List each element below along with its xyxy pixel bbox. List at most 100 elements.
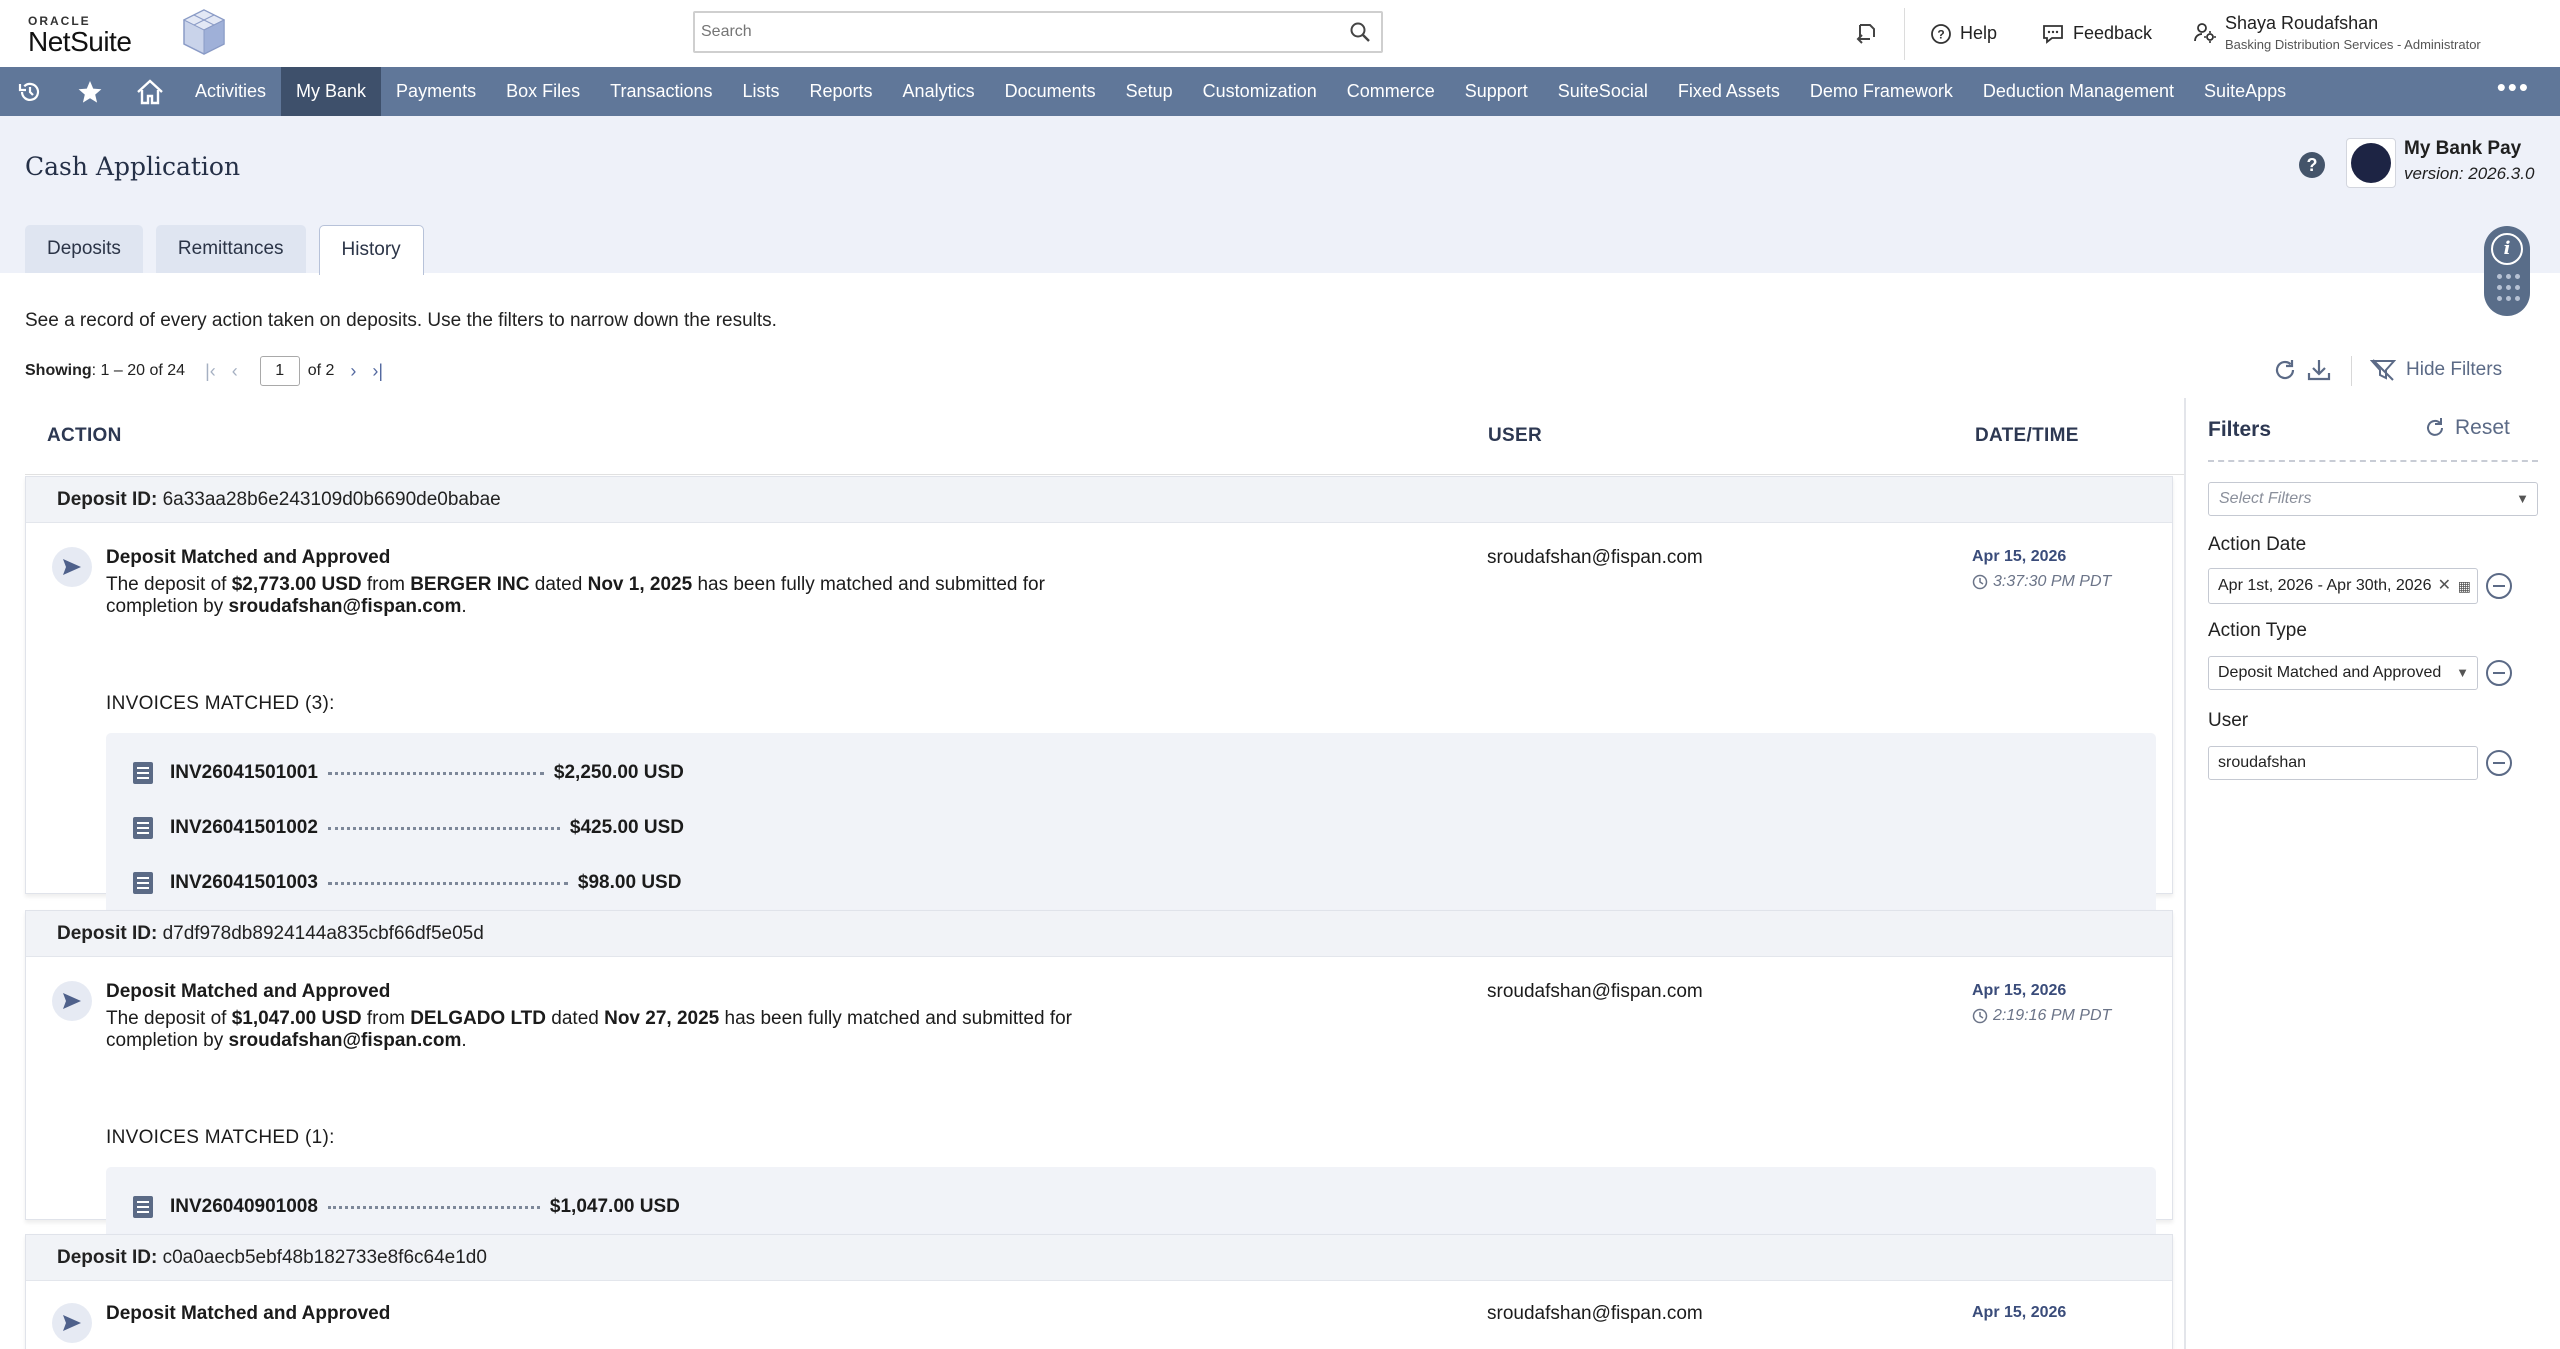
remove-action-type-filter-icon[interactable]	[2486, 660, 2512, 686]
invoice-row[interactable]: INV26040901008 $1,047.00 USD	[132, 1192, 680, 1222]
search-input[interactable]	[695, 13, 1335, 51]
nav-reports[interactable]: Reports	[795, 67, 888, 116]
nav-customization[interactable]: Customization	[1188, 67, 1332, 116]
nav-support[interactable]: Support	[1450, 67, 1543, 116]
nav-commerce[interactable]: Commerce	[1332, 67, 1450, 116]
feedback-link[interactable]: Feedback	[2041, 0, 2152, 67]
action-date-label: Action Date	[2208, 534, 2307, 555]
invoice-amount: $98.00 USD	[577, 872, 682, 893]
clear-date-icon[interactable]: ✕	[2438, 569, 2451, 603]
home-button[interactable]	[120, 67, 180, 116]
nav-suitesocial[interactable]: SuiteSocial	[1543, 67, 1663, 116]
invoice-row[interactable]: INV26041501001 $2,250.00 USD	[132, 758, 684, 788]
deposit-group: Deposit ID: 6a33aa28b6e243109d0b6690de0b…	[25, 476, 2173, 923]
deposit-id-value[interactable]: 6a33aa28b6e243109d0b6690de0babae	[163, 489, 501, 510]
info-icon[interactable]: i	[2491, 233, 2523, 265]
company-cube-logo	[182, 9, 226, 55]
app-logo	[2346, 138, 2396, 188]
remove-action-date-filter-icon[interactable]	[2486, 573, 2512, 599]
toolbar-divider	[2351, 356, 2352, 386]
invoice-number[interactable]: INV26041501002	[170, 817, 318, 839]
deposit-id-label: Deposit ID:	[57, 1247, 158, 1268]
hide-filters-button[interactable]: Hide Filters	[2370, 358, 2502, 382]
entry-title: Deposit Matched and Approved	[106, 981, 391, 1002]
deposit-date: Nov 1, 2025	[587, 574, 693, 595]
completed-by: sroudafshan@fispan.com	[228, 596, 462, 617]
entry-user: sroudafshan@fispan.com	[1487, 1303, 1703, 1324]
nav-demo-framework[interactable]: Demo Framework	[1795, 67, 1968, 116]
nav-deduction-management[interactable]: Deduction Management	[1968, 67, 2189, 116]
favorites-button[interactable]	[60, 67, 120, 116]
deposit-id-value[interactable]: d7df978db8924144a835cbf66df5e05d	[163, 923, 484, 944]
netsuite-wordmark: NetSuite	[28, 26, 132, 57]
column-action[interactable]: ACTION	[47, 425, 122, 447]
pagination: Showing : 1 – 20 of 24 |‹ ‹ 1 of 2 › ›|	[25, 356, 383, 386]
action-date-field[interactable]: Apr 1st, 2026 - Apr 30th, 2026 ✕ ▦	[2208, 568, 2478, 604]
chat-bubble-icon	[2043, 24, 2063, 44]
completed-by: sroudafshan@fispan.com	[228, 1030, 462, 1051]
nav-my-bank[interactable]: My Bank	[281, 67, 382, 116]
nav-fixed-assets[interactable]: Fixed Assets	[1663, 67, 1795, 116]
netsuite-logo[interactable]: ORACLE NetSuite	[28, 14, 138, 56]
invoice-number[interactable]: INV26041501001	[170, 762, 318, 784]
page-help-icon[interactable]: ?	[2299, 152, 2325, 178]
deposit-amount: $2,773.00 USD	[231, 574, 362, 595]
history-intro: See a record of every action taken on de…	[25, 310, 777, 331]
invoice-row[interactable]: INV26041501003 $98.00 USD	[132, 868, 681, 898]
nav-suiteapps[interactable]: SuiteApps	[2189, 67, 2301, 116]
search-icon[interactable]	[1349, 21, 1371, 43]
nav-transactions[interactable]: Transactions	[595, 67, 727, 116]
send-icon	[52, 547, 92, 587]
invoice-number[interactable]: INV26041501003	[170, 872, 318, 894]
help-label: Help	[1960, 23, 1998, 43]
nav-analytics[interactable]: Analytics	[888, 67, 990, 116]
filters-title: Filters	[2208, 418, 2272, 441]
first-page-icon[interactable]: |‹	[205, 361, 216, 382]
deposit-group: Deposit ID: d7df978db8924144a835cbf66df5…	[25, 910, 2173, 1247]
download-icon[interactable]	[2306, 357, 2332, 383]
nav-more-button[interactable]: •••	[2497, 67, 2530, 116]
nav-setup[interactable]: Setup	[1111, 67, 1188, 116]
remove-user-filter-icon[interactable]	[2486, 750, 2512, 776]
recent-records-button[interactable]	[1856, 0, 1886, 67]
tab-history[interactable]: History	[318, 225, 424, 275]
action-type-dropdown[interactable]: Deposit Matched and Approved ▼	[2208, 656, 2478, 690]
invoice-number[interactable]: INV26040901008	[170, 1196, 318, 1218]
nav-activities[interactable]: Activities	[180, 67, 281, 116]
nav-documents[interactable]: Documents	[990, 67, 1111, 116]
entry-title: Deposit Matched and Approved	[106, 547, 391, 568]
info-widget[interactable]: i	[2484, 226, 2530, 316]
nav-lists[interactable]: Lists	[728, 67, 795, 116]
refresh-icon[interactable]	[2272, 357, 2298, 383]
nav-payments[interactable]: Payments	[381, 67, 491, 116]
tab-remittances[interactable]: Remittances	[155, 225, 306, 273]
last-page-icon[interactable]: ›|	[372, 361, 383, 382]
drag-handle-icon[interactable]	[2497, 274, 2520, 304]
invoice-row[interactable]: INV26041501002 $425.00 USD	[132, 813, 684, 843]
help-circle-icon: ?	[1931, 23, 1951, 44]
column-datetime[interactable]: DATE/TIME	[1975, 425, 2079, 447]
recent-history-button[interactable]	[0, 67, 60, 116]
help-link[interactable]: ? Help	[1930, 0, 1997, 67]
calendar-icon[interactable]: ▦	[2458, 569, 2471, 603]
next-page-icon[interactable]: ›	[350, 361, 356, 382]
column-user[interactable]: USER	[1488, 425, 1542, 447]
recent-records-icon	[1856, 23, 1875, 44]
filters-dashed-divider	[2208, 460, 2538, 462]
select-filters-dropdown[interactable]: Select Filters ▼	[2208, 482, 2538, 516]
role-switch-icon	[2194, 23, 2216, 43]
tab-deposits[interactable]: Deposits	[25, 225, 143, 273]
user-filter-input[interactable]: sroudafshan	[2208, 746, 2478, 780]
page-number-input[interactable]: 1	[259, 356, 300, 386]
reset-filters-button[interactable]: Reset	[2423, 416, 2510, 440]
deposit-group: Deposit ID: c0a0aecb5ebf48b182733e8f6c64…	[25, 1234, 2173, 1349]
entry-time: 3:37:30 PM PDT	[1972, 573, 2111, 591]
global-search[interactable]	[693, 11, 1383, 53]
deposit-id-value[interactable]: c0a0aecb5ebf48b182733e8f6c64e1d0	[163, 1247, 487, 1268]
deposit-id-header: Deposit ID: c0a0aecb5ebf48b182733e8f6c64…	[26, 1235, 2172, 1281]
deposit-id-header: Deposit ID: 6a33aa28b6e243109d0b6690de0b…	[26, 477, 2172, 523]
customer-name: DELGADO LTD	[410, 1008, 546, 1029]
entry-title: Deposit Matched and Approved	[106, 1303, 391, 1324]
nav-box-files[interactable]: Box Files	[491, 67, 595, 116]
prev-page-icon[interactable]: ‹	[232, 361, 238, 382]
